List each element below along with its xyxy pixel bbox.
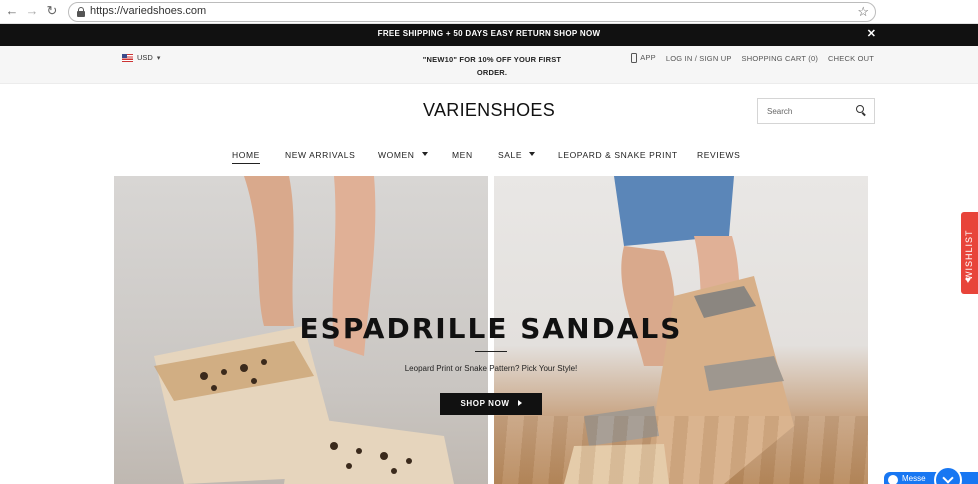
- forward-arrow-icon[interactable]: →: [24, 3, 40, 19]
- search-input[interactable]: [758, 99, 848, 123]
- nav-item-label: WOMEN: [378, 150, 415, 160]
- nav-item-new-arrivals[interactable]: NEW ARRIVALS: [285, 150, 355, 160]
- wishlist-tab[interactable]: ♥ WISHLIST: [961, 212, 978, 294]
- arrow-right-icon: [517, 400, 522, 406]
- nav-item-label: SALE: [498, 150, 523, 160]
- announcement-bar: FREE SHIPPING + 50 DAYS EASY RETURN SHOP…: [0, 24, 978, 46]
- bookmark-star-icon[interactable]: ☆: [857, 4, 869, 20]
- us-flag-icon: [122, 53, 133, 62]
- currency-selector[interactable]: USD ▾: [122, 53, 160, 62]
- search-box: [757, 98, 875, 124]
- messenger-widget[interactable]: Messe: [884, 466, 978, 484]
- nav-item-label: HOME: [232, 150, 260, 160]
- nav-item-label: MEN: [452, 150, 473, 160]
- app-link-label: APP: [640, 53, 656, 62]
- app-link[interactable]: APP: [631, 53, 656, 64]
- shop-now-button[interactable]: SHOP NOW: [440, 393, 542, 415]
- currency-label: USD: [137, 53, 153, 62]
- checkout-link[interactable]: CHECK OUT: [828, 54, 874, 63]
- nav-item-label: LEOPARD & SNAKE PRINT: [558, 150, 678, 160]
- nav-item-men[interactable]: MEN: [452, 150, 473, 160]
- hero-subtitle: Leopard Print or Snake Pattern? Pick You…: [404, 364, 578, 373]
- login-link[interactable]: LOG IN / SIGN UP: [666, 54, 732, 63]
- phone-icon: [631, 53, 638, 64]
- chevron-down-icon: ▾: [156, 54, 161, 62]
- lock-icon: [77, 7, 85, 17]
- nav-item-label: REVIEWS: [697, 150, 741, 160]
- search-icon[interactable]: [856, 105, 866, 116]
- utility-bar: USD ▾ "NEW10" FOR 10% OFF YOUR FIRST ORD…: [0, 46, 978, 84]
- nav-item-label: NEW ARRIVALS: [285, 150, 356, 160]
- nav-item-home[interactable]: HOME: [232, 150, 260, 164]
- caret-down-icon: [421, 152, 428, 156]
- address-bar[interactable]: https://variedshoes.com ☆: [68, 2, 876, 22]
- close-icon[interactable]: ✕: [867, 27, 876, 40]
- wishlist-label: WISHLIST: [964, 229, 974, 280]
- nav-item-reviews[interactable]: REVIEWS: [697, 150, 740, 160]
- reload-icon[interactable]: ↻: [44, 3, 60, 19]
- messenger-icon: [888, 475, 898, 484]
- shop-now-label: SHOP NOW: [460, 399, 510, 408]
- promo-text: "NEW10" FOR 10% OFF YOUR FIRST ORDER.: [422, 55, 562, 77]
- caret-down-icon: [529, 152, 536, 156]
- nav-item-women[interactable]: WOMEN: [378, 150, 428, 160]
- hero-banner[interactable]: ESPADRILLE SANDALS Leopard Print or Snak…: [114, 176, 868, 484]
- nav-item-leopard-snake[interactable]: LEOPARD & SNAKE PRINT: [558, 150, 678, 160]
- browser-toolbar: ← → ↻ https://variedshoes.com ☆: [0, 0, 978, 24]
- main-nav: HOME NEW ARRIVALS WOMEN MEN SALE LEOPARD…: [0, 150, 978, 168]
- hero-divider-line: [475, 351, 507, 352]
- account-links: APP LOG IN / SIGN UP SHOPPING CART (0) C…: [631, 53, 874, 64]
- url-text[interactable]: https://variedshoes.com: [90, 5, 206, 17]
- nav-item-sale[interactable]: SALE: [498, 150, 536, 160]
- messenger-label: Messe: [902, 474, 926, 483]
- cart-link[interactable]: SHOPPING CART (0): [742, 54, 818, 63]
- back-arrow-icon[interactable]: ←: [4, 3, 20, 19]
- chat-bubble-icon[interactable]: [934, 466, 962, 484]
- hero-title: ESPADRILLE SANDALS: [299, 312, 683, 345]
- announcement-text[interactable]: FREE SHIPPING + 50 DAYS EASY RETURN SHOP…: [0, 29, 978, 38]
